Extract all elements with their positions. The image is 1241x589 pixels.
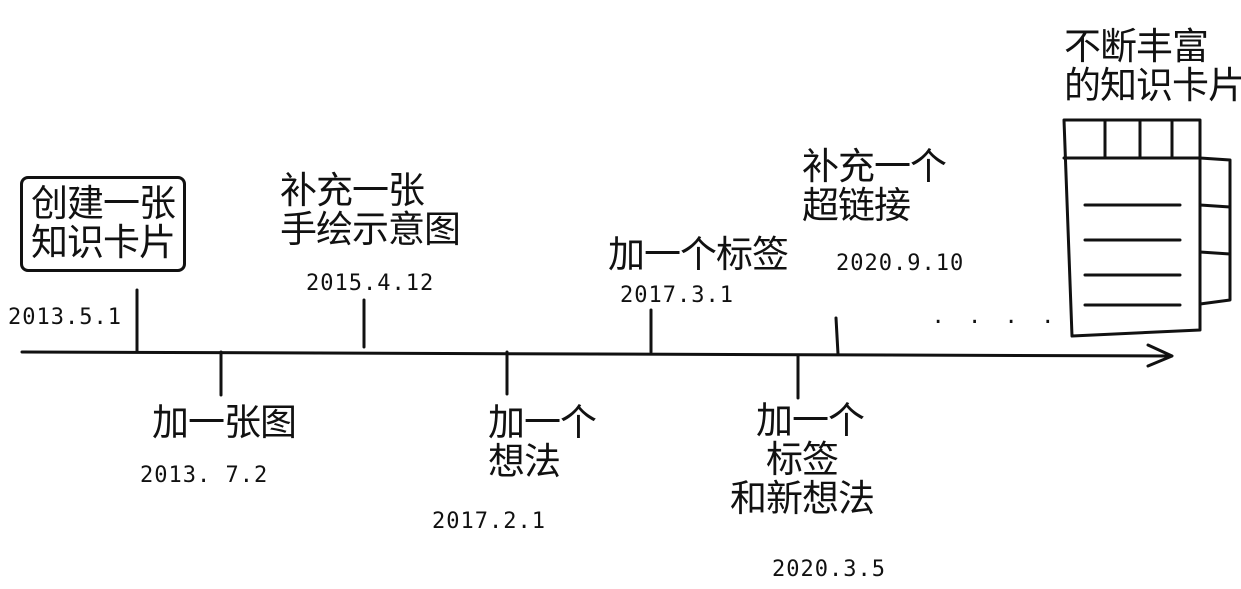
card-side-tabs bbox=[1198, 156, 1232, 306]
event-5-label: 加一个标签 bbox=[608, 233, 789, 276]
event-2-label: 加一张图 bbox=[152, 401, 297, 444]
event-4-line-2: 想法 bbox=[488, 439, 561, 483]
event-6-label: 加一个 标签 和新想法 bbox=[730, 399, 875, 520]
timeline-diagram: 创建一张 知识卡片 2013.5.1 加一张图 2013. 7.2 补充一张 手… bbox=[0, 0, 1241, 589]
tick-event-7 bbox=[834, 316, 840, 356]
card-side-divider-2 bbox=[1198, 250, 1232, 256]
event-3-line-2: 手绘示意图 bbox=[280, 207, 461, 251]
result-label: 不断丰富 的知识卡片 bbox=[1064, 25, 1241, 107]
result-line-1: 不断丰富 bbox=[1064, 25, 1209, 68]
event-4-label: 加一个 想法 bbox=[488, 401, 597, 483]
event-3-line-1: 补充一张 bbox=[280, 169, 425, 212]
event-6-line-2: 标签 bbox=[766, 437, 839, 481]
knowledge-card-illustration bbox=[1062, 118, 1232, 338]
event-6-line-3: 和新想法 bbox=[730, 476, 875, 520]
event-7-date: 2020.9.10 bbox=[836, 251, 965, 276]
event-7-label: 补充一个 超链接 bbox=[802, 145, 947, 227]
event-3-label: 补充一张 手绘示意图 bbox=[280, 169, 461, 251]
event-2-date: 2013. 7.2 bbox=[140, 463, 269, 488]
event-1-label: 创建一张 知识卡片 bbox=[20, 176, 186, 272]
timeline-ellipsis: . . . . bbox=[934, 300, 1062, 330]
event-6-line-1: 加一个 bbox=[756, 399, 865, 442]
event-4-date: 2017.2.1 bbox=[432, 509, 546, 534]
event-1-date: 2013.5.1 bbox=[8, 305, 122, 330]
event-3-date: 2015.4.12 bbox=[306, 271, 435, 296]
event-6-date: 2020.3.5 bbox=[772, 557, 886, 582]
result-line-2: 的知识卡片 bbox=[1064, 63, 1241, 107]
event-1-line-1: 创建一张 bbox=[31, 182, 176, 225]
event-4-line-1: 加一个 bbox=[488, 401, 597, 444]
timeline-axis bbox=[20, 350, 1172, 358]
event-2-line-1: 加一张图 bbox=[152, 401, 297, 444]
event-1-line-2: 知识卡片 bbox=[31, 220, 176, 264]
event-7-line-2: 超链接 bbox=[802, 183, 911, 227]
event-7-line-1: 补充一个 bbox=[802, 145, 947, 188]
event-5-date: 2017.3.1 bbox=[620, 283, 734, 308]
event-5-line-1: 加一个标签 bbox=[608, 233, 789, 276]
card-side-divider-1 bbox=[1198, 203, 1232, 209]
